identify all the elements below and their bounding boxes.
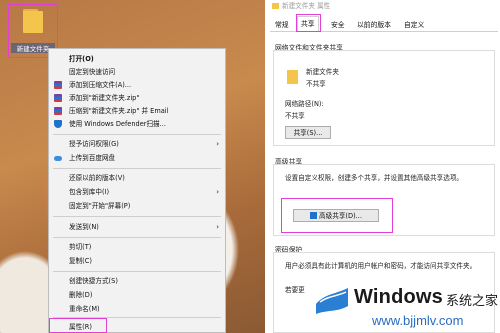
menu-separator <box>53 216 221 217</box>
network-path-value: 不共享 <box>285 112 305 120</box>
tab-general[interactable]: 常规 <box>272 19 292 31</box>
context-menu: 打开(O) 固定到快速访问 添加到压缩文件(A)... 添加到"新建文件夹.zi… <box>48 48 226 333</box>
shared-folder-name: 新建文件夹 <box>306 68 339 76</box>
watermark-brand: Windows <box>354 286 443 308</box>
defender-icon <box>54 120 62 128</box>
menu-item-add-to-zip[interactable]: 添加到"新建文件夹.zip" <box>49 92 225 104</box>
menu-item-add-to-archive[interactable]: 添加到压缩文件(A)... <box>49 79 225 91</box>
network-path-label: 网络路径(N): <box>285 100 324 108</box>
menu-item-restore-versions[interactable]: 还原以前的版本(V) <box>49 172 225 184</box>
watermark-cn: 系统之家 <box>446 294 499 309</box>
submenu-arrow-icon: › <box>216 140 219 148</box>
password-more-text: 若要更 <box>285 286 305 294</box>
winrar-icon <box>54 94 62 102</box>
menu-separator <box>53 271 221 272</box>
properties-highlight <box>49 318 107 333</box>
menu-item-baidu-upload[interactable]: 上传到百度网盘 <box>49 152 225 164</box>
menu-item-send-to[interactable]: 发送到(N) › <box>49 221 225 233</box>
desktop: 新建文件夹 打开(O) 固定到快速访问 添加到压缩文件(A)... 添加到"新建… <box>0 0 265 333</box>
menu-item-pin-start[interactable]: 固定到"开始"屏幕(P) <box>49 200 225 212</box>
folder-icon <box>272 3 279 9</box>
winrar-icon <box>54 81 62 89</box>
share-status: 不共享 <box>306 80 326 88</box>
menu-item-zip-email[interactable]: 压缩到"新建文件夹.zip" 并 Email <box>49 105 225 117</box>
watermark: Windows 系统之家 www.bjjmlv.com <box>310 280 500 333</box>
baidu-cloud-icon <box>54 156 62 161</box>
tab-previous-versions[interactable]: 以前的版本 <box>354 19 394 31</box>
menu-item-create-shortcut[interactable]: 创建快捷方式(S) <box>49 275 225 287</box>
tab-security[interactable]: 安全 <box>328 19 348 31</box>
menu-separator <box>53 134 221 135</box>
window-titlebar: 新建文件夹 属性 <box>268 0 500 12</box>
menu-separator <box>53 237 221 238</box>
folder-icon <box>287 70 298 84</box>
advanced-sharing-highlight <box>281 198 393 233</box>
advanced-sharing-description: 设置自定义权限，创建多个共享，并设置其他高级共享选项。 <box>285 174 464 182</box>
tab-customize[interactable]: 自定义 <box>401 19 427 31</box>
menu-item-include-library[interactable]: 包含到库中(I) › <box>49 186 225 198</box>
folder-icon <box>23 9 43 33</box>
menu-item-open[interactable]: 打开(O) <box>49 53 225 65</box>
watermark-url: www.bjjmlv.com <box>372 313 464 328</box>
submenu-arrow-icon: › <box>216 188 219 196</box>
menu-item-defender-scan[interactable]: 使用 Windows Defender扫描... <box>49 118 225 130</box>
menu-item-copy[interactable]: 复制(C) <box>49 255 225 267</box>
window-title: 新建文件夹 属性 <box>282 2 331 10</box>
password-protection-description: 用户必须具有此计算机的用户帐户和密码，才能访问共享文件夹。 <box>285 262 477 270</box>
tab-strip: 常规 共享 安全 以前的版本 自定义 <box>270 14 498 32</box>
menu-item-pin-quick-access[interactable]: 固定到快速访问 <box>49 66 225 78</box>
menu-item-rename[interactable]: 重命名(M) <box>49 303 225 315</box>
menu-item-delete[interactable]: 删除(D) <box>49 289 225 301</box>
menu-separator <box>53 168 221 169</box>
winrar-icon <box>54 107 62 115</box>
sharing-tab-highlight <box>296 14 321 32</box>
menu-item-cut[interactable]: 剪切(T) <box>49 241 225 253</box>
submenu-arrow-icon: › <box>216 223 219 231</box>
menu-item-give-access[interactable]: 授予访问权限(G) › <box>49 138 225 150</box>
windows-logo-icon <box>316 288 348 314</box>
share-button[interactable]: 共享(S)... <box>285 126 331 139</box>
